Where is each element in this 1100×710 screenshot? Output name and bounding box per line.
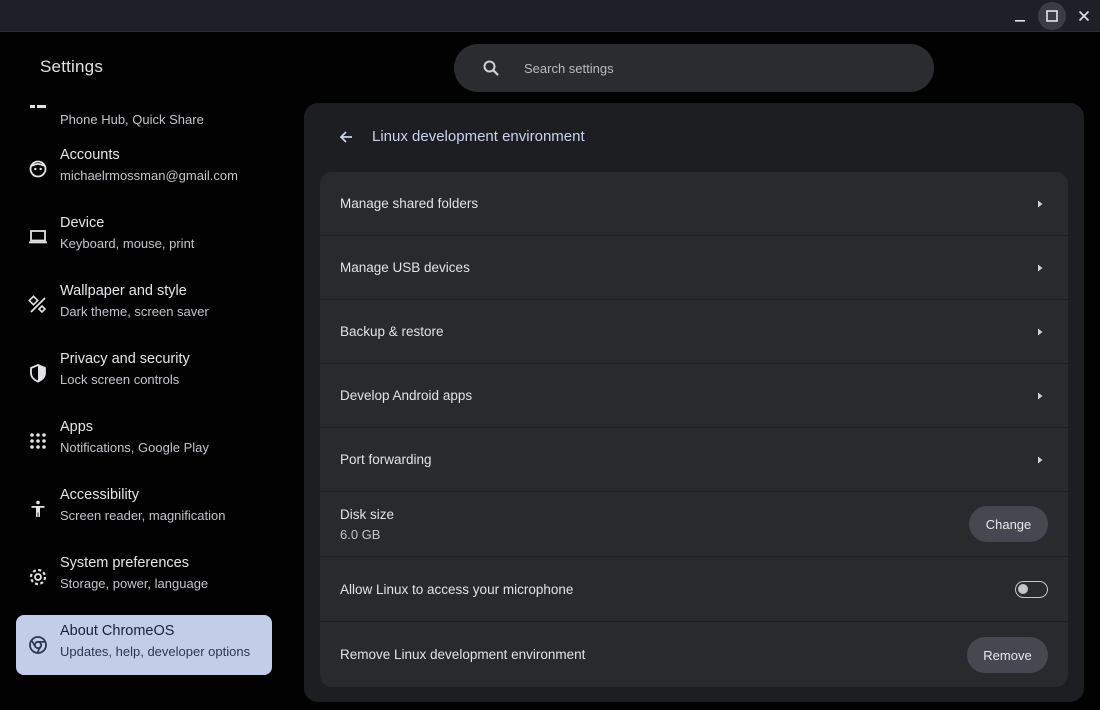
manage-usb-devices-row[interactable]: Manage USB devices [320, 236, 1068, 300]
sidebar-item-wallpaper[interactable]: Wallpaper and style Dark theme, screen s… [16, 275, 272, 335]
app-title: Settings [40, 57, 104, 76]
sidebar-item-subtitle: Storage, power, language [60, 576, 209, 591]
row-label: Manage USB devices [340, 260, 470, 275]
sidebar-item-subtitle: Updates, help, developer options [60, 644, 251, 659]
sidebar-item-accounts[interactable]: Accounts michaelrmossman@gmail.com [16, 139, 272, 199]
microphone-access-label: Allow Linux to access your microphone [340, 582, 574, 597]
settings-list: Manage shared folders Manage USB devices… [320, 172, 1068, 687]
disk-size-row: Disk size 6.0 GB Change [320, 492, 1068, 557]
apps-grid-icon [28, 431, 48, 451]
sidebar-item-label: System preferences [60, 555, 189, 571]
back-arrow-icon [339, 131, 352, 143]
microphone-access-toggle[interactable] [1015, 581, 1048, 598]
sidebar-item-label: Accessibility [60, 487, 139, 503]
sidebar-item-privacy[interactable]: Privacy and security Lock screen control… [16, 343, 272, 403]
sidebar-item-label: Accounts [60, 147, 120, 163]
connected-devices-icon [28, 103, 48, 123]
maximize-icon [1046, 10, 1058, 22]
microphone-access-row: Allow Linux to access your microphone [320, 557, 1068, 622]
toggle-knob [1018, 584, 1028, 594]
laptop-icon [28, 227, 48, 247]
arrow-right-icon [1038, 456, 1043, 464]
row-label: Develop Android apps [340, 388, 473, 403]
minimize-icon [1015, 20, 1025, 22]
chrome-icon [28, 635, 48, 655]
sidebar-nav: Phone Hub, Quick Share Accounts michaelr… [0, 96, 290, 710]
manage-shared-folders-row[interactable]: Manage shared folders [320, 172, 1068, 236]
disk-size-label: Disk size [340, 507, 395, 522]
search-box[interactable] [454, 44, 934, 92]
row-label: Backup & restore [340, 324, 444, 339]
accessibility-icon [28, 499, 48, 519]
arrow-right-icon [1038, 328, 1043, 336]
sidebar-item-system-preferences[interactable]: System preferences Storage, power, langu… [16, 547, 272, 607]
paint-brush-icon [28, 295, 48, 315]
arrow-right-icon [1038, 264, 1043, 272]
shield-icon [28, 363, 48, 383]
sidebar-item-label: About ChromeOS [60, 623, 175, 639]
maximize-button[interactable] [1038, 2, 1066, 30]
minimize-button[interactable] [1006, 2, 1034, 30]
row-label: Manage shared folders [340, 196, 479, 211]
disk-size-value: 6.0 GB [340, 527, 381, 542]
sidebar-item-subtitle: Keyboard, mouse, print [60, 236, 195, 251]
back-button[interactable] [334, 125, 358, 149]
main-panel: Linux development environment Manage sha… [304, 103, 1084, 702]
row-label: Port forwarding [340, 452, 432, 467]
sidebar-item-subtitle: Notifications, Google Play [60, 440, 209, 455]
arrow-right-icon [1038, 392, 1043, 400]
sidebar-item-subtitle: Dark theme, screen saver [60, 304, 209, 319]
change-disk-size-button[interactable]: Change [969, 506, 1048, 542]
account-face-icon [28, 159, 48, 179]
search-icon [483, 60, 499, 76]
sidebar-item-subtitle: Lock screen controls [60, 372, 180, 387]
window-titlebar [0, 0, 1100, 32]
close-button[interactable] [1070, 2, 1098, 30]
remove-linux-label: Remove Linux development environment [340, 647, 586, 662]
sidebar-item-label: Device [60, 215, 105, 231]
sidebar-item-accessibility[interactable]: Accessibility Screen reader, magnificati… [16, 479, 272, 539]
sidebar-item-subtitle: Phone Hub, Quick Share [60, 112, 204, 127]
backup-restore-row[interactable]: Backup & restore [320, 300, 1068, 364]
sidebar-item-label: Privacy and security [60, 351, 190, 367]
sidebar-item-apps[interactable]: Apps Notifications, Google Play [16, 411, 272, 471]
remove-linux-row: Remove Linux development environment Rem… [320, 622, 1068, 687]
search-input[interactable] [524, 56, 904, 80]
gear-icon [28, 567, 48, 587]
port-forwarding-row[interactable]: Port forwarding [320, 428, 1068, 492]
sidebar-item-label: Wallpaper and style [60, 283, 187, 299]
page-title: Linux development environment [372, 128, 585, 145]
sidebar-item-label: Apps [60, 419, 94, 435]
remove-linux-button[interactable]: Remove [967, 637, 1048, 673]
sidebar-item-about-chromeos[interactable]: About ChromeOS Updates, help, developer … [16, 615, 272, 675]
develop-android-apps-row[interactable]: Develop Android apps [320, 364, 1068, 428]
sidebar-item-subtitle: michaelrmossman@gmail.com [60, 168, 238, 183]
close-icon [1078, 10, 1090, 22]
sidebar-item-device[interactable]: Device Keyboard, mouse, print [16, 207, 272, 267]
sidebar-item-connected-devices[interactable]: Phone Hub, Quick Share [16, 96, 272, 143]
sidebar-item-subtitle: Screen reader, magnification [60, 508, 226, 523]
arrow-right-icon [1038, 200, 1043, 208]
